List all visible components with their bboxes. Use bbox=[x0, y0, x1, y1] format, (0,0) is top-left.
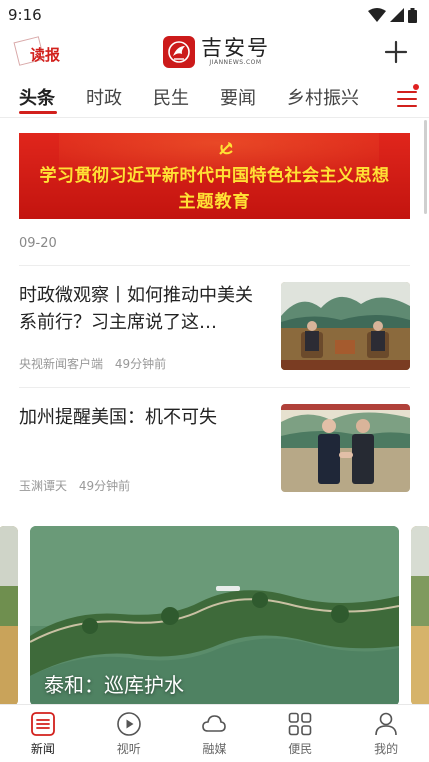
nav-news[interactable]: 新闻 bbox=[0, 705, 86, 762]
app-header: 读报 吉安号 JIANNEWS.COM bbox=[0, 30, 429, 76]
tab-rural-revitalization[interactable]: 乡村振兴 bbox=[287, 84, 359, 110]
status-icons bbox=[368, 7, 417, 23]
play-circle-icon bbox=[116, 712, 141, 736]
bottom-nav: 新闻 视听 融媒 便民 我的 bbox=[0, 704, 429, 762]
nav-label: 我的 bbox=[374, 742, 399, 756]
carousel-main-slide[interactable]: 泰和：巡库护水 bbox=[30, 526, 399, 706]
tab-politics[interactable]: 时政 bbox=[86, 84, 122, 110]
news-meta: 玉渊谭天 49分钟前 bbox=[19, 477, 130, 494]
logo-text: 吉安号 JIANNEWS.COM bbox=[201, 37, 270, 67]
wifi-icon bbox=[368, 8, 386, 22]
news-time: 49分钟前 bbox=[114, 357, 167, 371]
news-title: 时政微观察丨如何推动中美关系前行？习主席说了这… bbox=[19, 285, 253, 333]
news-thumbnail bbox=[281, 282, 410, 370]
menu-icon[interactable] bbox=[396, 88, 418, 110]
nav-label: 新闻 bbox=[30, 742, 55, 756]
feed-date: 09-20 bbox=[19, 236, 57, 251]
news-thumbnail bbox=[281, 404, 410, 492]
status-bar: 9:16 bbox=[0, 0, 429, 30]
app-logo: 吉安号 JIANNEWS.COM bbox=[163, 36, 270, 68]
tab-livelihood[interactable]: 民生 bbox=[153, 84, 189, 110]
news-item[interactable]: 时政微观察丨如何推动中美关系前行？习主席说了这… 央视新闻客户端 49分钟前 bbox=[19, 282, 410, 372]
active-tab-indicator bbox=[19, 111, 57, 114]
news-source: 玉渊谭天 bbox=[19, 479, 68, 493]
divider bbox=[19, 265, 410, 266]
signal-icon bbox=[390, 8, 404, 22]
divider bbox=[19, 387, 410, 388]
banner-subtitle: 主题教育 bbox=[178, 192, 251, 212]
notification-dot bbox=[413, 84, 419, 90]
nav-media[interactable]: 融媒 bbox=[172, 705, 258, 762]
nav-video[interactable]: 视听 bbox=[86, 705, 172, 762]
image-carousel[interactable]: 泰和：巡库护水 bbox=[0, 526, 429, 706]
channel-tabs: 头条 时政 民生 要闻 乡村振兴 bbox=[0, 80, 429, 118]
carousel-prev-slide[interactable] bbox=[0, 526, 18, 706]
nav-label: 视听 bbox=[116, 742, 141, 756]
news-source: 央视新闻客户端 bbox=[19, 357, 104, 371]
news-item[interactable]: 加州提醒美国：机不可失 玉渊谭天 49分钟前 bbox=[19, 404, 410, 494]
read-paper-button[interactable]: 读报 bbox=[13, 36, 62, 68]
tab-important-news[interactable]: 要闻 bbox=[220, 84, 256, 110]
cloud-icon bbox=[202, 715, 227, 732]
logo-subtitle: JIANNEWS.COM bbox=[209, 59, 262, 66]
news-time: 49分钟前 bbox=[78, 479, 131, 493]
promo-banner[interactable]: 学习贯彻习近平新时代中国特色社会主义思想 主题教育 bbox=[19, 133, 410, 219]
scrollbar[interactable] bbox=[424, 120, 427, 214]
tab-headline[interactable]: 头条 bbox=[19, 84, 55, 110]
banner-title: 学习贯彻习近平新时代中国特色社会主义思想 bbox=[39, 166, 390, 186]
grid-apps-icon bbox=[288, 712, 312, 736]
plus-icon[interactable] bbox=[384, 40, 408, 64]
news-list-icon bbox=[30, 712, 55, 736]
carousel-caption: 泰和：巡库护水 bbox=[44, 673, 184, 697]
carousel-next-slide[interactable] bbox=[411, 526, 429, 706]
logo-mark-icon bbox=[163, 36, 195, 68]
person-icon bbox=[375, 712, 397, 736]
news-meta: 央视新闻客户端 49分钟前 bbox=[19, 355, 166, 372]
read-paper-label: 读报 bbox=[30, 46, 61, 64]
status-time: 9:16 bbox=[8, 6, 42, 24]
nav-label: 融媒 bbox=[202, 742, 227, 756]
party-emblem-icon bbox=[219, 142, 233, 155]
nav-profile[interactable]: 我的 bbox=[343, 705, 429, 762]
nav-label: 便民 bbox=[288, 742, 313, 756]
news-title: 加州提醒美国：机不可失 bbox=[19, 407, 217, 428]
nav-services[interactable]: 便民 bbox=[257, 705, 343, 762]
battery-icon bbox=[408, 7, 417, 23]
logo-name: 吉安号 bbox=[201, 36, 270, 60]
